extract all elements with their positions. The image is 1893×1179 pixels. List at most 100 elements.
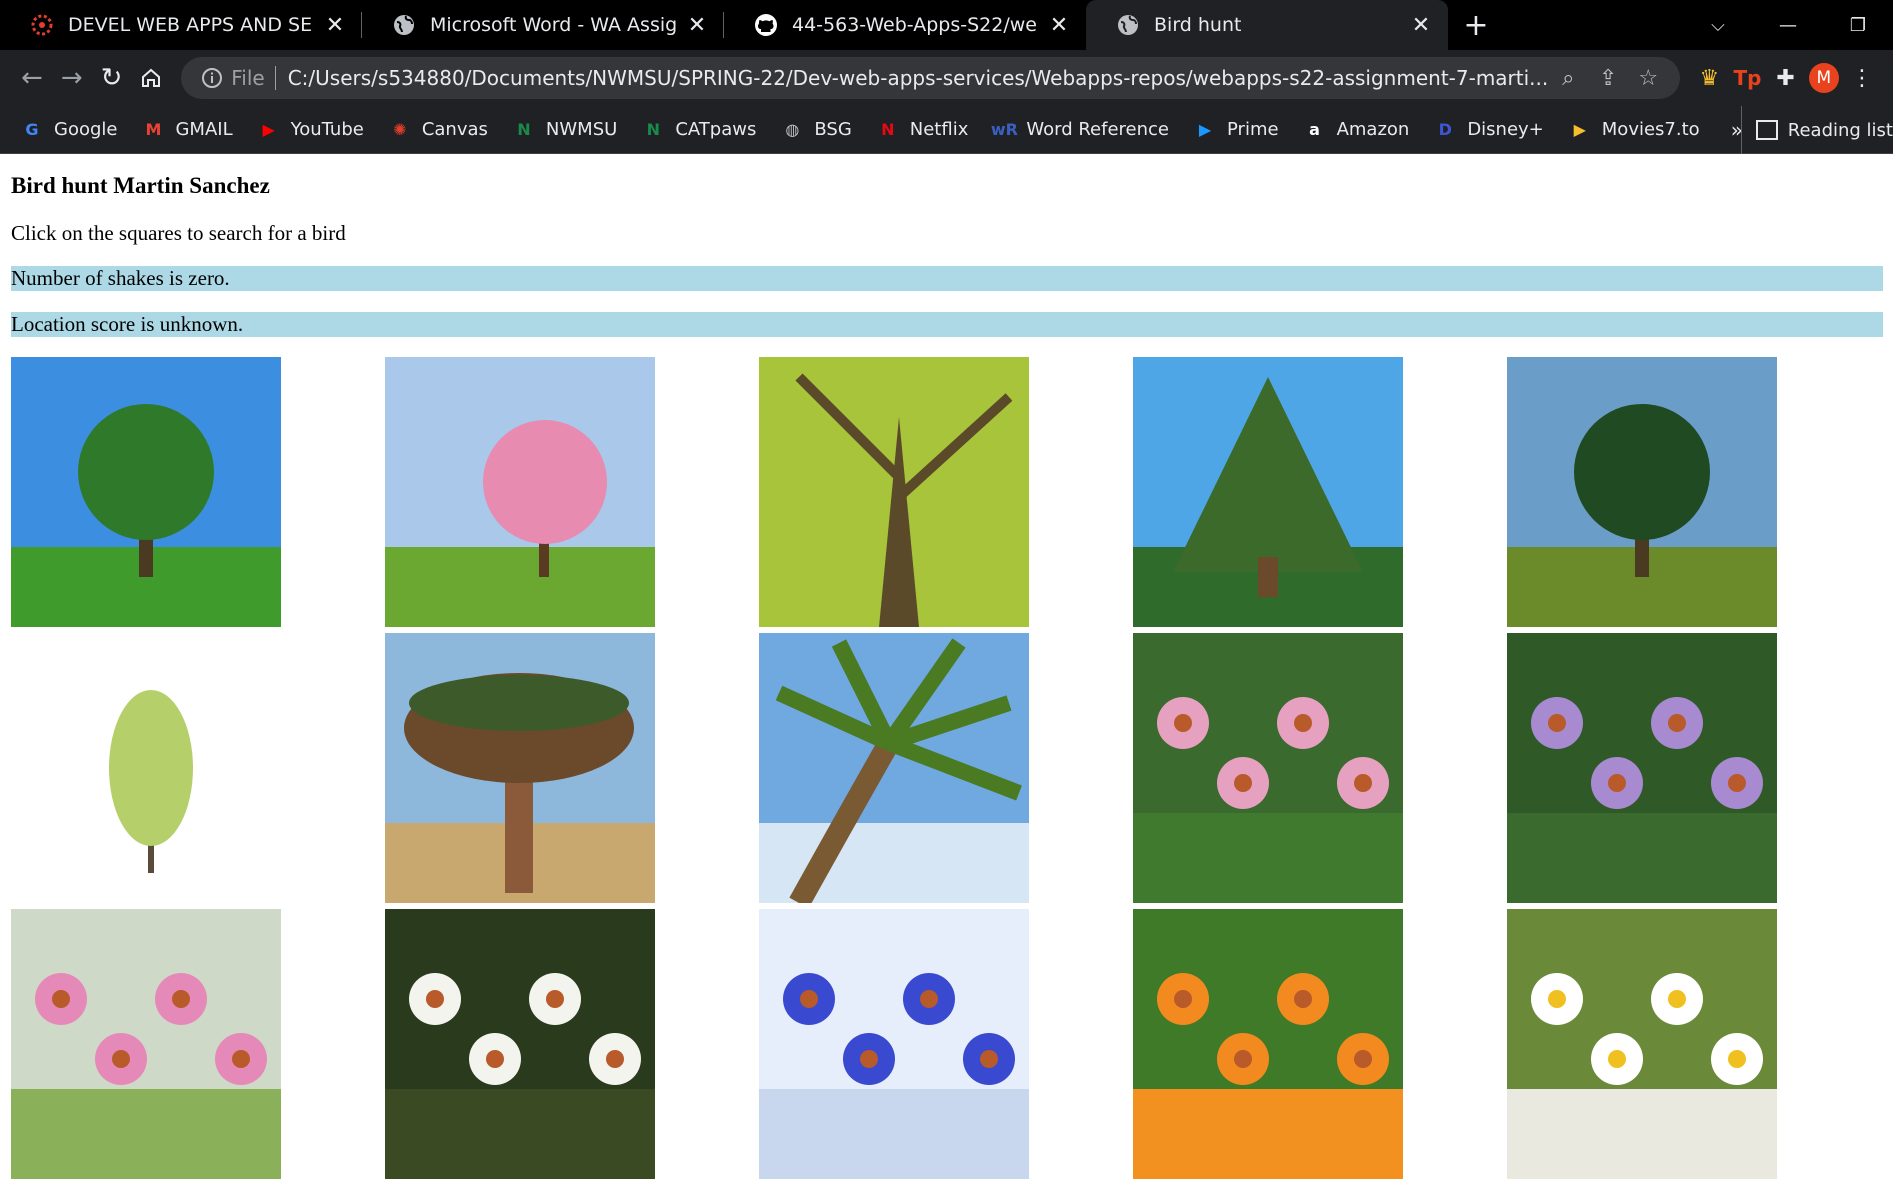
search-square[interactable] xyxy=(11,357,281,627)
crown-extension-icon[interactable]: ♛ xyxy=(1690,66,1728,91)
search-square[interactable] xyxy=(1507,633,1777,903)
globe-icon: ◍ xyxy=(785,120,800,139)
nwmsu-icon: N xyxy=(517,120,531,139)
canvas-icon xyxy=(28,11,56,39)
search-square[interactable] xyxy=(759,357,1029,627)
tab-search-icon[interactable]: ⌵ xyxy=(1683,15,1753,36)
close-tab-icon[interactable]: ✕ xyxy=(1046,13,1072,38)
tree-image xyxy=(1133,357,1403,627)
disney-icon: D xyxy=(1438,120,1452,139)
flower-image xyxy=(759,909,1029,1179)
bookmark-gmail[interactable]: M GMAIL xyxy=(141,118,233,142)
page-title: Bird hunt Martin Sanchez xyxy=(11,173,270,198)
close-tab-icon[interactable]: ✕ xyxy=(322,13,348,38)
tab-canvas-course[interactable]: DEVEL WEB APPS AND SERV 02S ✕ xyxy=(0,0,362,50)
search-square[interactable] xyxy=(385,909,655,1179)
bookmark-catpaws[interactable]: N CATpaws xyxy=(641,118,757,142)
url-text[interactable]: C:/Users/s534880/Documents/NWMSU/SPRING-… xyxy=(288,66,1549,90)
bookmark-bsg[interactable]: ◍ BSG xyxy=(780,118,851,142)
shakes-status: Number of shakes is zero. xyxy=(11,266,1883,291)
tp-extension-icon[interactable]: Tp xyxy=(1728,66,1766,90)
new-tab-button[interactable]: + xyxy=(1448,0,1504,50)
bookmark-amazon[interactable]: a Amazon xyxy=(1303,118,1409,142)
gmail-icon: M xyxy=(145,120,162,139)
bookmark-label: Netflix xyxy=(909,119,969,140)
search-square[interactable] xyxy=(1133,633,1403,903)
tree-image xyxy=(385,633,655,903)
bookmark-prime[interactable]: ▶ Prime xyxy=(1193,118,1279,142)
tab-word-document[interactable]: Microsoft Word - WA Assignmen ✕ xyxy=(362,0,724,50)
bookmark-label: Google xyxy=(54,119,118,140)
info-icon[interactable] xyxy=(199,65,225,91)
extensions-puzzle-icon[interactable]: ✚ xyxy=(1767,66,1805,91)
bookmark-label: Movies7.to xyxy=(1601,119,1700,140)
bookmark-youtube[interactable]: ▶ YouTube xyxy=(257,118,364,142)
search-square[interactable] xyxy=(11,633,281,903)
tree-image xyxy=(759,357,1029,627)
bookmark-label: NWMSU xyxy=(545,119,618,140)
bookmark-disney-[interactable]: D Disney+ xyxy=(1433,118,1544,142)
location-status: Location score is unknown. xyxy=(11,312,1883,337)
home-icon[interactable] xyxy=(131,54,171,102)
divider xyxy=(274,66,276,90)
search-square[interactable] xyxy=(385,357,655,627)
share-icon[interactable]: ⇪ xyxy=(1588,66,1628,91)
tree-image xyxy=(1507,357,1777,627)
bookmark-netflix[interactable]: N Netflix xyxy=(876,118,969,142)
bookmark-list: G Google M GMAIL ▶ YouTube ✺ Canvas N NWMSU N CATpa… xyxy=(20,118,1724,142)
bookmark-label: YouTube xyxy=(290,119,364,140)
search-square[interactable] xyxy=(759,633,1029,903)
tab-bird-hunt[interactable]: Bird hunt ✕ xyxy=(1086,0,1448,50)
minimize-icon[interactable]: — xyxy=(1753,15,1823,36)
bookmark-nwmsu[interactable]: N NWMSU xyxy=(512,118,617,142)
search-square[interactable] xyxy=(1133,357,1403,627)
back-icon[interactable]: ← xyxy=(12,54,52,102)
canvas-icon: ✺ xyxy=(393,120,407,139)
tree-image xyxy=(11,633,281,903)
prime-icon: ▶ xyxy=(1198,120,1212,139)
bookmark-label: Disney+ xyxy=(1467,119,1544,140)
bookmark-movies7-to[interactable]: ▶ Movies7.to xyxy=(1568,118,1700,142)
bookmark-canvas[interactable]: ✺ Canvas xyxy=(388,118,488,142)
search-square[interactable] xyxy=(385,633,655,903)
bookmark-label: Canvas xyxy=(421,119,488,140)
address-bar[interactable]: File C:/Users/s534880/Documents/NWMSU/SP… xyxy=(181,57,1681,99)
tree-image xyxy=(759,633,1029,903)
image-grid xyxy=(11,357,1882,1179)
avatar: M xyxy=(1808,63,1839,93)
close-tab-icon[interactable]: ✕ xyxy=(684,13,710,38)
github-icon xyxy=(752,11,780,39)
menu-kebab-icon[interactable]: ⋮ xyxy=(1843,66,1881,91)
reload-icon[interactable]: ↻ xyxy=(92,54,132,102)
instructions-text: Click on the squares to search for a bir… xyxy=(11,221,346,245)
tab-strip: DEVEL WEB APPS AND SERV 02S ✕ Microsoft … xyxy=(0,0,1893,50)
forward-icon[interactable]: → xyxy=(52,54,92,102)
search-square[interactable] xyxy=(759,909,1029,1179)
bookmark-label: Word Reference xyxy=(1026,119,1169,140)
tab-title: DEVEL WEB APPS AND SERV 02S xyxy=(68,14,314,36)
search-square[interactable] xyxy=(1507,909,1777,1179)
catpaws-icon: N xyxy=(646,120,660,139)
bookmark-star-icon[interactable]: ☆ xyxy=(1628,66,1668,91)
globe-icon xyxy=(390,11,418,39)
search-square[interactable] xyxy=(1507,357,1777,627)
flower-image xyxy=(11,909,281,1179)
profile-avatar[interactable]: M xyxy=(1805,63,1843,93)
window-controls: ⌵ — ❐ xyxy=(1683,0,1893,50)
search-square[interactable] xyxy=(11,909,281,1179)
restore-icon[interactable]: ❐ xyxy=(1823,15,1893,36)
search-square[interactable] xyxy=(1133,909,1403,1179)
wordreference-icon: wR xyxy=(990,120,1018,139)
tab-title: Bird hunt xyxy=(1154,14,1242,36)
reading-list-label: Reading list xyxy=(1787,119,1893,141)
bookmark-google[interactable]: G Google xyxy=(20,118,117,142)
bookmark-word-reference[interactable]: wR Word Reference xyxy=(990,118,1169,142)
tab-github-repo[interactable]: 44-563-Web-Apps-S22/webapps ✕ xyxy=(724,0,1086,50)
reading-list-button[interactable]: Reading list xyxy=(1740,106,1893,154)
tree-image xyxy=(385,357,655,627)
movies-icon: ▶ xyxy=(1573,120,1586,139)
bookmark-label: BSG xyxy=(814,119,852,140)
zoom-icon[interactable]: ⌕ xyxy=(1548,66,1588,91)
close-tab-icon[interactable]: ✕ xyxy=(1408,13,1434,38)
bookmark-label: GMAIL xyxy=(175,119,233,140)
